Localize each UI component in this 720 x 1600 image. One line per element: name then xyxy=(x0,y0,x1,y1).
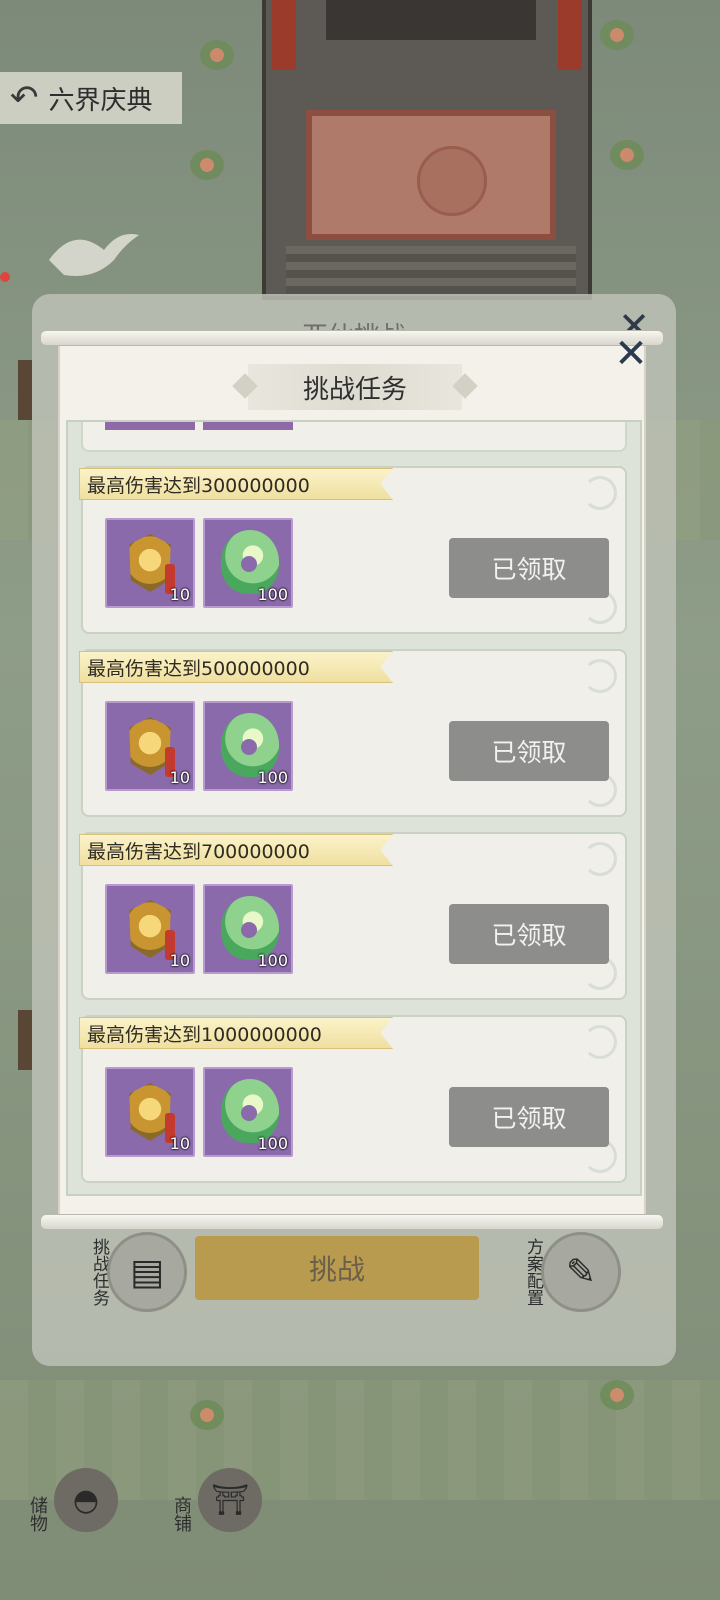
jade-hole xyxy=(241,739,257,755)
challenge-tasks-label: 挑战任务 xyxy=(89,1238,109,1306)
reward-quantity: 100 xyxy=(257,585,288,604)
fence-post xyxy=(18,1010,32,1070)
task-card: 最高伤害达到300000000 10 100 已领取 xyxy=(79,466,627,634)
back-label: 六界庆典 xyxy=(48,85,153,116)
task-label: 最高伤害达到700000000 xyxy=(87,840,310,863)
reward-item[interactable]: 10 xyxy=(105,518,195,608)
claimed-button[interactable]: 已领取 xyxy=(449,904,609,964)
temple-banner xyxy=(272,0,296,70)
task-card: 最高伤害达到500000000 10 100 已领取 xyxy=(79,649,627,817)
martial-seal-icon xyxy=(417,146,487,216)
task-label: 最高伤害达到500000000 xyxy=(87,657,310,680)
back-button[interactable]: ↶ 六界庆典 xyxy=(0,72,182,124)
storage-label: 储物 xyxy=(27,1496,48,1532)
cloud-ornament-icon xyxy=(583,476,617,510)
storage-bag-icon: ◓ xyxy=(54,1468,118,1532)
jade-hole xyxy=(241,556,257,572)
task-ribbon: 最高伤害达到500000000 xyxy=(79,651,393,683)
jade-hole xyxy=(241,922,257,938)
task-card: 最高伤害达到1000000000 10 100 已领取 xyxy=(79,1015,627,1183)
reward-quantity: 100 xyxy=(257,768,288,787)
shop-gate-icon: ⛩ xyxy=(198,1468,262,1532)
flower-bush xyxy=(600,20,634,50)
jade-hole xyxy=(241,1105,257,1121)
loadout-config-button[interactable]: 方案配置 ✎ xyxy=(523,1232,621,1312)
reward-slot-partial xyxy=(203,422,293,430)
claimed-button[interactable]: 已领取 xyxy=(449,538,609,598)
dialog-close-icon[interactable]: ✕ xyxy=(610,334,652,376)
claimed-button[interactable]: 已领取 xyxy=(449,1087,609,1147)
task-label: 最高伤害达到300000000 xyxy=(87,474,310,497)
dialog-title-plate: 挑战任务 xyxy=(248,364,462,410)
temple-banner xyxy=(558,0,582,70)
reward-item[interactable]: 100 xyxy=(203,884,293,974)
reward-item[interactable]: 10 xyxy=(105,701,195,791)
reward-item[interactable]: 100 xyxy=(203,701,293,791)
task-label: 最高伤害达到1000000000 xyxy=(87,1023,322,1046)
reward-quantity: 10 xyxy=(169,585,190,604)
dialog-title: 挑战任务 xyxy=(302,374,407,405)
martial-temple xyxy=(262,0,592,300)
back-arrow-icon: ↶ xyxy=(10,78,39,118)
reward-quantity: 10 xyxy=(169,1134,190,1153)
challenge-tasks-button[interactable]: 挑战任务 ▤ xyxy=(89,1232,187,1312)
scroll-rod-bottom xyxy=(40,1214,664,1230)
loadout-config-label: 方案配置 xyxy=(523,1238,543,1306)
shop-label: 商铺 xyxy=(171,1496,192,1532)
task-card: 最高伤害达到700000000 10 100 已领取 xyxy=(79,832,627,1000)
temple-roof xyxy=(326,0,536,40)
scroll-icon: ▤ xyxy=(107,1232,187,1312)
reward-slot-partial xyxy=(105,422,195,430)
shop-nav-button[interactable]: 商铺 ⛩ xyxy=(168,1468,262,1532)
reward-item[interactable]: 10 xyxy=(105,1067,195,1157)
task-card-partial xyxy=(81,422,627,452)
challenge-button[interactable]: 挑战 xyxy=(195,1236,479,1300)
temple-steps xyxy=(286,246,576,296)
temple-carpet xyxy=(306,110,556,240)
flower-bush xyxy=(610,140,644,170)
flower-bush xyxy=(200,40,234,70)
reward-item[interactable]: 10 xyxy=(105,884,195,974)
brush-paper-icon: ✎ xyxy=(541,1232,621,1312)
claimed-button[interactable]: 已领取 xyxy=(449,721,609,781)
cloud-ornament-icon xyxy=(583,842,617,876)
task-ribbon: 最高伤害达到300000000 xyxy=(79,468,393,500)
reward-item[interactable]: 100 xyxy=(203,1067,293,1157)
flower-bush xyxy=(600,1380,634,1410)
scroll-rod-top xyxy=(40,330,664,346)
cloud-ornament-icon xyxy=(583,1025,617,1059)
reward-quantity: 10 xyxy=(169,951,190,970)
reward-quantity: 100 xyxy=(257,1134,288,1153)
task-ribbon: 最高伤害达到700000000 xyxy=(79,834,393,866)
fence-post xyxy=(18,360,32,420)
challenge-panel-actions: 挑战任务 ▤ 挑战 方案配置 ✎ xyxy=(32,1222,676,1332)
reward-quantity: 100 xyxy=(257,951,288,970)
task-list[interactable]: 最高伤害达到300000000 10 100 已领取 最高伤害达到5000000… xyxy=(66,420,642,1196)
reward-item[interactable]: 100 xyxy=(203,518,293,608)
crane-icon xyxy=(49,234,139,276)
flower-bush xyxy=(190,150,224,180)
reward-quantity: 10 xyxy=(169,768,190,787)
notification-dot xyxy=(0,272,10,282)
storage-nav-button[interactable]: 储物 ◓ xyxy=(24,1468,118,1532)
flower-bush xyxy=(190,1400,224,1430)
task-ribbon: 最高伤害达到1000000000 xyxy=(79,1017,393,1049)
cloud-ornament-icon xyxy=(583,659,617,693)
